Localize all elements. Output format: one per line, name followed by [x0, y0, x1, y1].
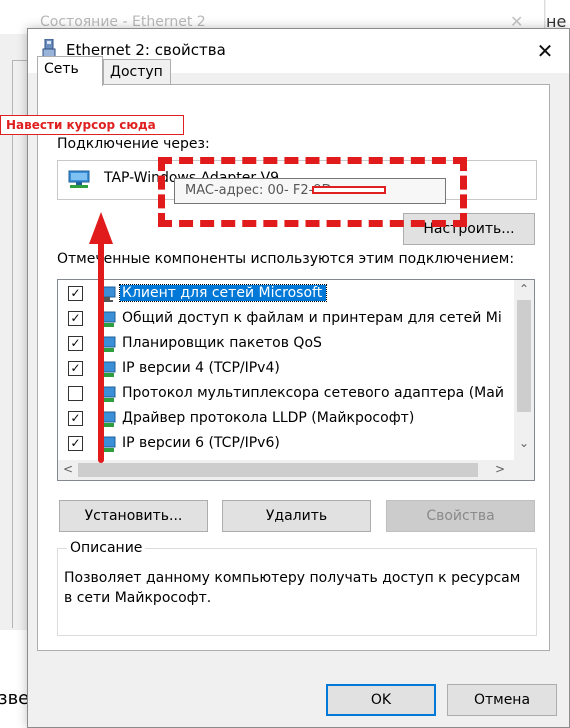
components-list-viewport: ✓ Клиент для сетей Microsoft ✓ Общий дос…	[58, 280, 514, 460]
list-item[interactable]: ✓ Планировщик пакетов QoS	[58, 332, 512, 357]
component-label: Планировщик пакетов QoS	[122, 335, 322, 351]
tab-network[interactable]: Сеть	[37, 56, 103, 86]
list-item[interactable]: ✓ Клиент для сетей Microsoft	[58, 282, 512, 307]
component-label: Драйвер протокола LLDP (Майкрософт)	[122, 410, 415, 426]
component-label: Общий доступ к файлам и принтерам для се…	[122, 310, 502, 326]
annotation-arrow-icon	[89, 212, 113, 463]
component-checkbox[interactable]	[68, 386, 83, 401]
component-checkbox[interactable]: ✓	[68, 411, 83, 426]
annotation-label: Навести курсор сюда	[0, 115, 184, 135]
component-checkbox[interactable]: ✓	[68, 336, 83, 351]
horizontal-scrollbar[interactable]: < >	[58, 460, 514, 480]
components-label: Отмеченные компоненты используются этим …	[57, 251, 515, 267]
components-list[interactable]: ✓ Клиент для сетей Microsoft ✓ Общий дос…	[57, 279, 535, 481]
background-bottom-area	[0, 630, 28, 728]
remove-button[interactable]: Удалить	[222, 500, 371, 532]
component-label: IP версии 4 (TCP/IPv4)	[122, 360, 280, 376]
properties-button[interactable]: Свойства	[386, 500, 535, 532]
list-item[interactable]: Протокол мультиплексора сетевого адаптер…	[58, 382, 512, 407]
list-item[interactable]: ✓ Общий доступ к файлам и принтерам для …	[58, 307, 512, 332]
close-icon[interactable]: ✕	[530, 37, 560, 65]
component-checkbox[interactable]: ✓	[68, 361, 83, 376]
component-checkbox[interactable]: ✓	[68, 311, 83, 326]
list-item[interactable]: ✓ IP версии 6 (TCP/IPv6)	[58, 432, 512, 457]
annotation-highlight-box	[158, 157, 467, 227]
background-frame-line	[12, 60, 13, 628]
description-text: Позволяет данному компьютеру получать до…	[64, 570, 521, 606]
scroll-up-icon[interactable]: ⌃	[514, 282, 534, 296]
install-button[interactable]: Установить...	[59, 500, 208, 532]
component-checkbox[interactable]: ✓	[68, 286, 83, 301]
connect-via-label: Подключение через:	[57, 136, 210, 152]
scroll-left-icon[interactable]: <	[58, 462, 78, 476]
horizontal-scroll-thumb[interactable]	[78, 463, 478, 477]
tab-sharing[interactable]: Доступ	[103, 59, 171, 85]
description-title: Описание	[67, 540, 146, 556]
background-bottom-text: зве	[0, 688, 30, 709]
vertical-scrollbar[interactable]: ⌃ ⌄	[514, 280, 534, 460]
scroll-down-icon[interactable]: ⌄	[514, 436, 534, 450]
scroll-right-icon[interactable]: >	[490, 462, 510, 476]
component-label: IP версии 6 (TCP/IPv6)	[122, 435, 280, 451]
component-checkbox[interactable]: ✓	[68, 436, 83, 451]
scrollbar-corner	[514, 460, 534, 480]
list-item[interactable]: ✓ Драйвер протокола LLDP (Майкрософт)	[58, 407, 512, 432]
background-frame-line-top	[12, 60, 28, 61]
ok-button[interactable]: OK	[326, 684, 436, 716]
network-card-icon	[68, 170, 90, 188]
list-item[interactable]: ✓ IP версии 4 (TCP/IPv4)	[58, 357, 512, 382]
component-label: Клиент для сетей Microsoft	[118, 284, 328, 302]
vertical-scroll-thumb[interactable]	[517, 300, 531, 412]
cancel-button[interactable]: Отмена	[447, 684, 557, 716]
component-label: Протокол мультиплексора сетевого адаптер…	[122, 385, 504, 401]
